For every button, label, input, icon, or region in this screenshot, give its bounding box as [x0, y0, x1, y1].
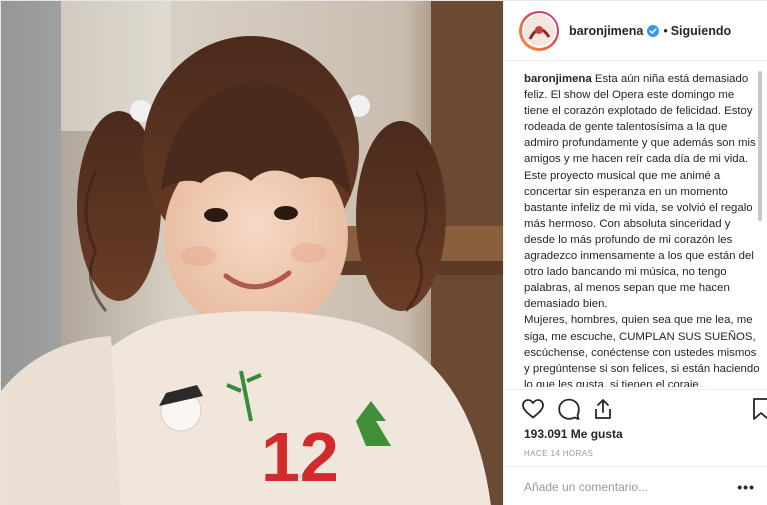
heart-icon[interactable] [520, 396, 546, 422]
post-details-panel: baronjimena • Siguiendo baronjimena Esta… [503, 1, 767, 505]
caption-text-1: Esta aún niña está demasiado feliz. El s… [524, 73, 756, 311]
comment-bubble-icon[interactable] [556, 396, 582, 422]
comment-bar: ••• [504, 466, 767, 505]
username-link[interactable]: baronjimena [569, 24, 643, 38]
bookmark-icon[interactable] [748, 396, 767, 422]
avatar[interactable] [521, 13, 557, 48]
caption-paragraph-1: baronjimena Esta aún niña está demasiado… [524, 71, 762, 312]
header-text: baronjimena • Siguiendo [569, 24, 731, 38]
likes-count[interactable]: 193.091 Me gusta [524, 427, 623, 441]
separator-dot: • [663, 23, 668, 38]
svg-text:12: 12 [261, 418, 339, 496]
caption-scrollbar[interactable] [758, 71, 762, 387]
scrollbar-thumb[interactable] [758, 71, 762, 221]
caption-area: baronjimena Esta aún niña está demasiado… [524, 71, 762, 387]
action-bar [504, 389, 767, 429]
following-button[interactable]: Siguiendo [671, 24, 731, 38]
instagram-post: 12 baronjimena • Siguiendo baronjimena E… [0, 0, 767, 505]
verified-badge-icon [647, 24, 660, 37]
share-icon[interactable] [590, 396, 616, 422]
avatar-story-ring[interactable] [519, 10, 559, 51]
comment-input[interactable] [524, 479, 724, 494]
avatar-image [523, 15, 555, 46]
post-timestamp[interactable]: HACE 14 HORAS [524, 449, 593, 458]
caption-username-link[interactable]: baronjimena [524, 73, 592, 85]
caption-text-2: Mujeres, hombres, quien sea que me lea, … [524, 314, 760, 387]
post-header: baronjimena • Siguiendo [504, 1, 767, 61]
post-photo[interactable]: 12 [1, 1, 503, 505]
more-options-button[interactable]: ••• [737, 479, 755, 495]
caption-paragraph-2: Mujeres, hombres, quien sea que me lea, … [524, 312, 762, 387]
childhood-photo-image: 12 [1, 1, 503, 505]
